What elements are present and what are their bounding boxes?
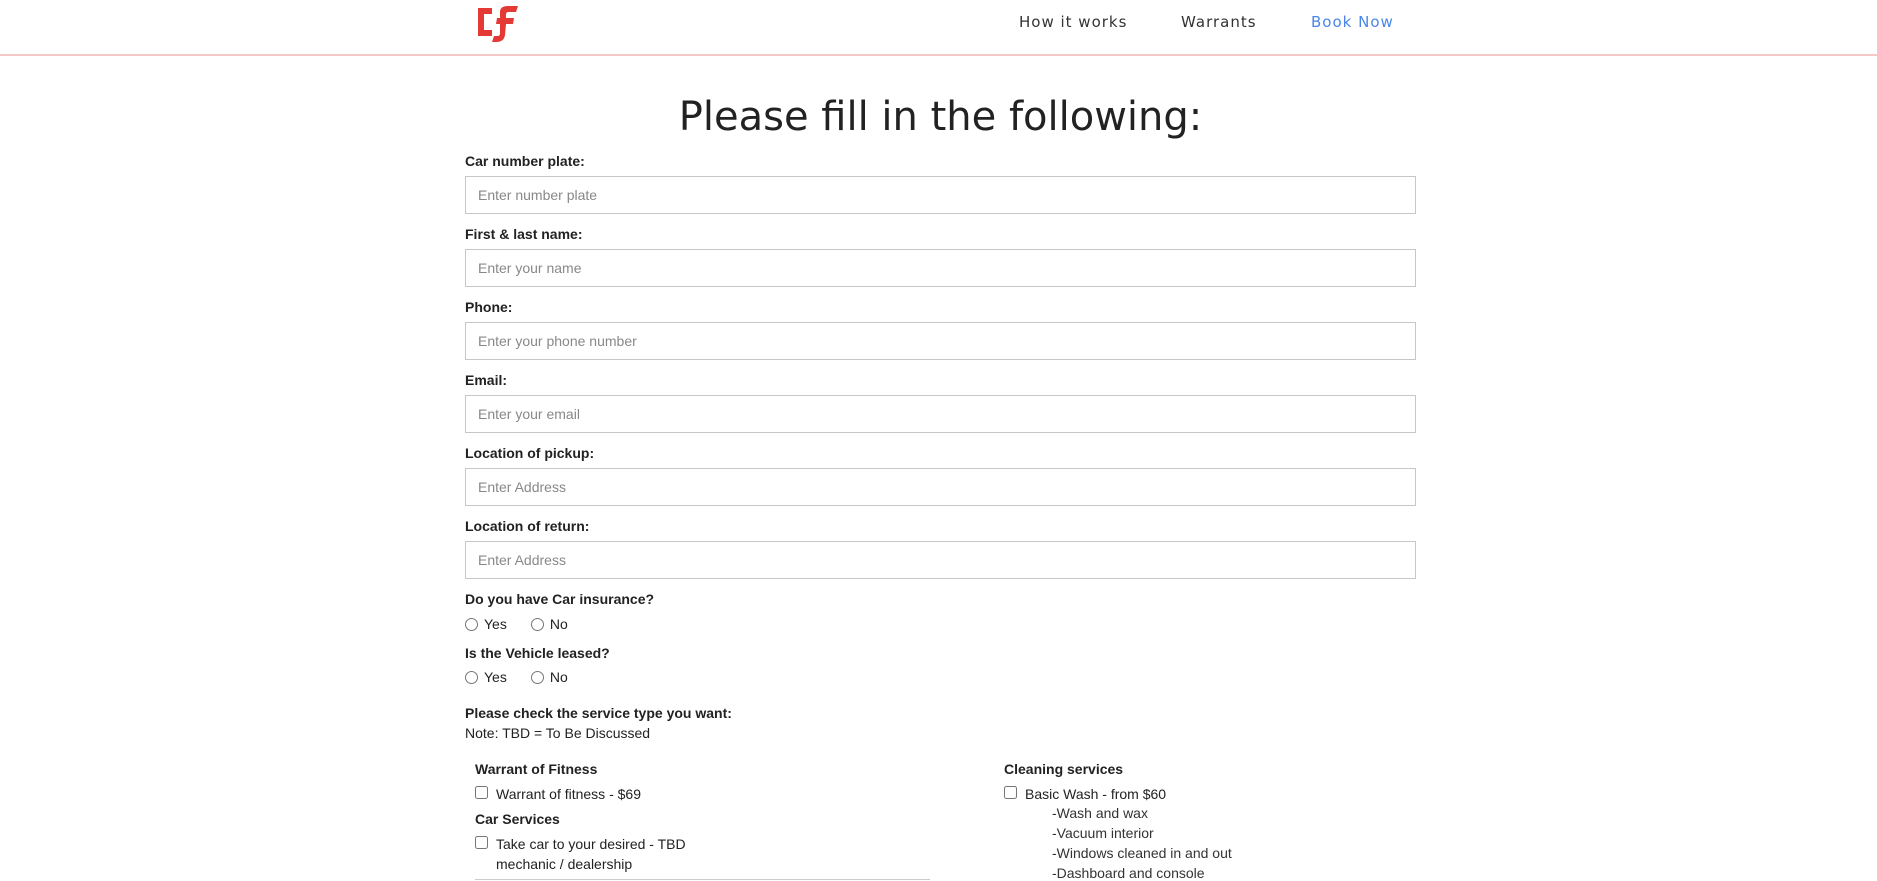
leased-yes-option[interactable]: Yes: [465, 669, 507, 685]
leased-question: Is the Vehicle leased?: [465, 645, 610, 661]
insurance-no-label: No: [549, 616, 568, 632]
leased-yes-radio[interactable]: [465, 670, 478, 684]
nav-link-how-it-works[interactable]: How it works: [1019, 13, 1127, 31]
insurance-yes-label: Yes: [484, 616, 507, 632]
pickup-location-label: Location of pickup:: [465, 445, 595, 461]
leased-no-radio[interactable]: [530, 670, 544, 684]
car-service-option[interactable]: Take car to your desired - TBD mechanic …: [475, 834, 686, 874]
wof-label: Warrant of fitness - $69: [496, 786, 641, 802]
name-input[interactable]: [465, 249, 1416, 287]
email-label: Email:: [465, 372, 508, 388]
return-location-input[interactable]: [465, 541, 1416, 579]
cleaning-heading: Cleaning services: [1004, 761, 1124, 777]
name-label: First & last name:: [465, 226, 583, 242]
basic-wash-label: Basic Wash - from $60: [1025, 786, 1167, 802]
insurance-options: Yes No: [465, 614, 592, 634]
leased-no-option[interactable]: No: [530, 669, 568, 685]
car-service-label: Take car to your desired - TBD mechanic …: [496, 834, 686, 874]
service-type-prompt: Please check the service type you want:: [465, 705, 732, 721]
leased-no-label: No: [549, 669, 568, 685]
basic-wash-detail-2: -Vacuum interior: [1052, 825, 1154, 841]
basic-wash-option[interactable]: Basic Wash - from $60: [1004, 784, 1166, 804]
pickup-location-input[interactable]: [465, 468, 1416, 506]
insurance-question: Do you have Car insurance?: [465, 591, 655, 607]
car-service-label-line1: Take car to your desired - TBD: [496, 836, 686, 852]
basic-wash-checkbox[interactable]: [1004, 786, 1017, 799]
car-service-checkbox[interactable]: [475, 836, 488, 849]
nav-link-warrants[interactable]: Warrants: [1181, 13, 1257, 31]
page-title: Please fill in the following:: [678, 94, 1203, 140]
insurance-no-radio[interactable]: [530, 617, 544, 631]
insurance-yes-option[interactable]: Yes: [465, 616, 507, 632]
email-input[interactable]: [465, 395, 1416, 433]
basic-wash-detail-1: -Wash and wax: [1052, 805, 1148, 821]
car-services-heading: Car Services: [475, 811, 560, 827]
leased-yes-label: Yes: [484, 669, 507, 685]
basic-wash-detail-4: -Dashboard and console: [1052, 865, 1205, 881]
return-location-label: Location of return:: [465, 518, 590, 534]
insurance-yes-radio[interactable]: [465, 617, 478, 631]
wof-checkbox[interactable]: [475, 786, 488, 799]
service-type-note: Note: TBD = To Be Discussed: [465, 725, 651, 741]
phone-label: Phone:: [465, 299, 513, 315]
insurance-no-option[interactable]: No: [530, 616, 568, 632]
basic-wash-detail-3: -Windows cleaned in and out: [1052, 845, 1232, 861]
brand-logo[interactable]: [474, 2, 522, 42]
number-plate-label: Car number plate:: [465, 153, 585, 169]
nav-link-book-now[interactable]: Book Now: [1311, 13, 1394, 31]
wof-heading: Warrant of Fitness: [475, 761, 598, 777]
wof-option[interactable]: Warrant of fitness - $69: [475, 784, 641, 804]
number-plate-input[interactable]: [465, 176, 1416, 214]
top-navbar: How it works Warrants Book Now: [0, 0, 1877, 56]
leased-options: Yes No: [465, 667, 592, 687]
car-service-label-line2: mechanic / dealership: [496, 856, 633, 872]
phone-input[interactable]: [465, 322, 1416, 360]
